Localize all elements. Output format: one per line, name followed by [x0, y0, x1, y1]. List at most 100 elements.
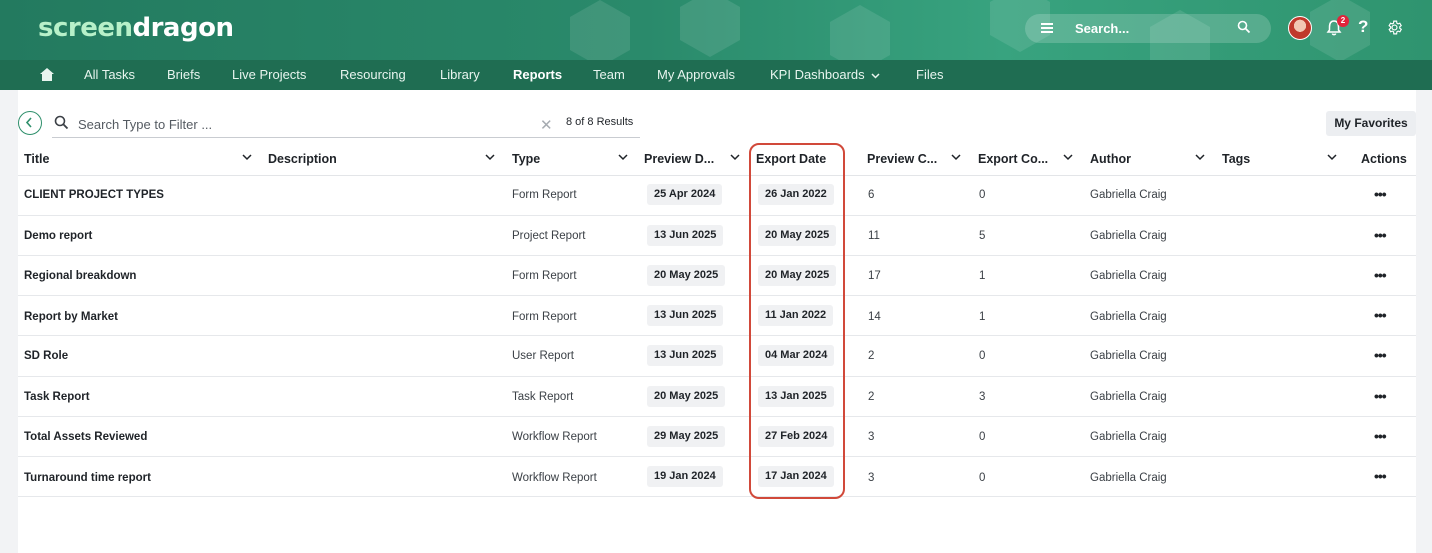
nav-kpi-dashboards[interactable]: KPI Dashboards: [770, 67, 880, 82]
column-header-author[interactable]: Author: [1090, 152, 1131, 166]
column-header-actions: Actions: [1361, 152, 1407, 166]
app-logo[interactable]: screendragon: [38, 13, 234, 43]
hamburger-menu-icon[interactable]: [1041, 23, 1053, 33]
clear-filter-icon[interactable]: ✕: [540, 116, 553, 134]
search-icon[interactable]: [1237, 20, 1251, 34]
row-preview-count: 14: [868, 311, 881, 323]
row-title[interactable]: CLIENT PROJECT TYPES: [24, 189, 164, 201]
global-search-placeholder: Search...: [1075, 21, 1130, 36]
column-header-preview-count[interactable]: Preview C...: [867, 152, 937, 166]
help-icon[interactable]: ?: [1358, 17, 1368, 37]
row-author: Gabriella Craig: [1090, 391, 1167, 403]
row-author: Gabriella Craig: [1090, 350, 1167, 362]
nav-briefs[interactable]: Briefs: [167, 67, 200, 82]
row-preview-date: 19 Jan 2024: [647, 466, 723, 487]
row-title[interactable]: Report by Market: [24, 311, 118, 323]
nav-resourcing[interactable]: Resourcing: [340, 67, 406, 82]
row-preview-count: 11: [868, 230, 880, 242]
row-type: Project Report: [512, 230, 586, 242]
row-type: Form Report: [512, 311, 577, 323]
chevron-down-icon[interactable]: [617, 151, 629, 163]
row-preview-date: 13 Jun 2025: [647, 345, 724, 366]
row-actions-menu-icon[interactable]: •••: [1374, 428, 1387, 444]
user-avatar[interactable]: [1288, 16, 1312, 40]
row-preview-date: 25 Apr 2024: [647, 184, 723, 205]
row-type: Workflow Report: [512, 472, 597, 484]
row-title[interactable]: Demo report: [24, 230, 92, 242]
row-title[interactable]: Total Assets Reviewed: [24, 431, 147, 443]
row-export-count: 3: [979, 391, 986, 403]
row-type: Workflow Report: [512, 431, 597, 443]
row-actions-menu-icon[interactable]: •••: [1374, 186, 1387, 202]
column-header-title[interactable]: Title: [24, 152, 49, 166]
chevron-left-icon: [25, 117, 32, 128]
my-favorites-button[interactable]: My Favorites: [1326, 111, 1416, 136]
row-export-count: 0: [979, 350, 986, 362]
row-actions-menu-icon[interactable]: •••: [1374, 468, 1387, 484]
nav-my-approvals[interactable]: My Approvals: [657, 67, 735, 82]
column-header-tags[interactable]: Tags: [1222, 152, 1250, 166]
settings-gear-icon[interactable]: [1386, 19, 1403, 36]
chevron-down-icon[interactable]: [241, 151, 253, 163]
row-export-count: 1: [979, 270, 986, 282]
chevron-down-icon[interactable]: [1326, 151, 1338, 163]
row-author: Gabriella Craig: [1090, 270, 1167, 282]
global-search[interactable]: Search...: [1025, 14, 1271, 43]
row-preview-count: 3: [868, 431, 875, 443]
row-type: User Report: [512, 350, 574, 362]
column-header-export-count[interactable]: Export Co...: [978, 152, 1048, 166]
row-title[interactable]: Regional breakdown: [24, 270, 136, 282]
row-title[interactable]: Task Report: [24, 391, 90, 403]
row-author: Gabriella Craig: [1090, 472, 1167, 484]
row-actions-menu-icon[interactable]: •••: [1374, 347, 1387, 363]
row-export-count: 0: [979, 431, 986, 443]
chevron-down-icon[interactable]: [1194, 151, 1206, 163]
row-actions-menu-icon[interactable]: •••: [1374, 388, 1387, 404]
row-title[interactable]: SD Role: [24, 350, 68, 362]
column-header-description[interactable]: Description: [268, 152, 337, 166]
row-export-count: 0: [979, 189, 986, 201]
row-actions-menu-icon[interactable]: •••: [1374, 307, 1387, 323]
logo-part-dragon: dragon: [132, 13, 234, 43]
row-author: Gabriella Craig: [1090, 189, 1167, 201]
top-header: screendragon Search... 2 ?: [0, 0, 1432, 60]
row-author: Gabriella Craig: [1090, 311, 1167, 323]
row-type: Form Report: [512, 189, 577, 201]
chevron-down-icon: [871, 73, 880, 79]
row-preview-count: 6: [868, 189, 875, 201]
chevron-down-icon[interactable]: [1062, 151, 1074, 163]
report-filter[interactable]: Search Type to Filter ... ✕ 8 of 8 Resul…: [52, 110, 640, 138]
nav-reports[interactable]: Reports: [513, 67, 562, 82]
nav-team[interactable]: Team: [593, 67, 625, 82]
row-preview-date: 20 May 2025: [647, 265, 726, 286]
row-title[interactable]: Turnaround time report: [24, 472, 151, 484]
nav-library[interactable]: Library: [440, 67, 480, 82]
chevron-down-icon[interactable]: [950, 151, 962, 163]
nav-files[interactable]: Files: [916, 67, 943, 82]
column-header-preview-date[interactable]: Preview D...: [644, 152, 714, 166]
nav-live-projects[interactable]: Live Projects: [232, 67, 306, 82]
row-type: Form Report: [512, 270, 577, 282]
chevron-down-icon[interactable]: [484, 151, 496, 163]
row-actions-menu-icon[interactable]: •••: [1374, 267, 1387, 283]
row-actions-menu-icon[interactable]: •••: [1374, 227, 1387, 243]
search-icon: [54, 115, 69, 130]
home-icon[interactable]: [40, 68, 54, 81]
notification-badge: 2: [1337, 15, 1349, 27]
back-button[interactable]: [18, 111, 42, 135]
export-date-column-highlight: [749, 143, 845, 499]
main-nav: All Tasks Briefs Live Projects Resourcin…: [0, 60, 1432, 90]
row-preview-count: 2: [868, 350, 875, 362]
table-header: [18, 146, 1416, 176]
results-count: 8 of 8 Results: [566, 116, 634, 128]
row-type: Task Report: [512, 391, 574, 403]
row-preview-count: 17: [868, 270, 881, 282]
row-preview-date: 29 May 2025: [647, 426, 726, 447]
chevron-down-icon[interactable]: [729, 151, 741, 163]
logo-part-screen: screen: [38, 13, 133, 43]
nav-kpi-dashboards-label: KPI Dashboards: [770, 67, 865, 82]
column-header-type[interactable]: Type: [512, 152, 540, 166]
nav-all-tasks[interactable]: All Tasks: [84, 67, 135, 82]
row-export-count: 5: [979, 230, 986, 242]
filter-input[interactable]: Search Type to Filter ...: [78, 117, 212, 132]
